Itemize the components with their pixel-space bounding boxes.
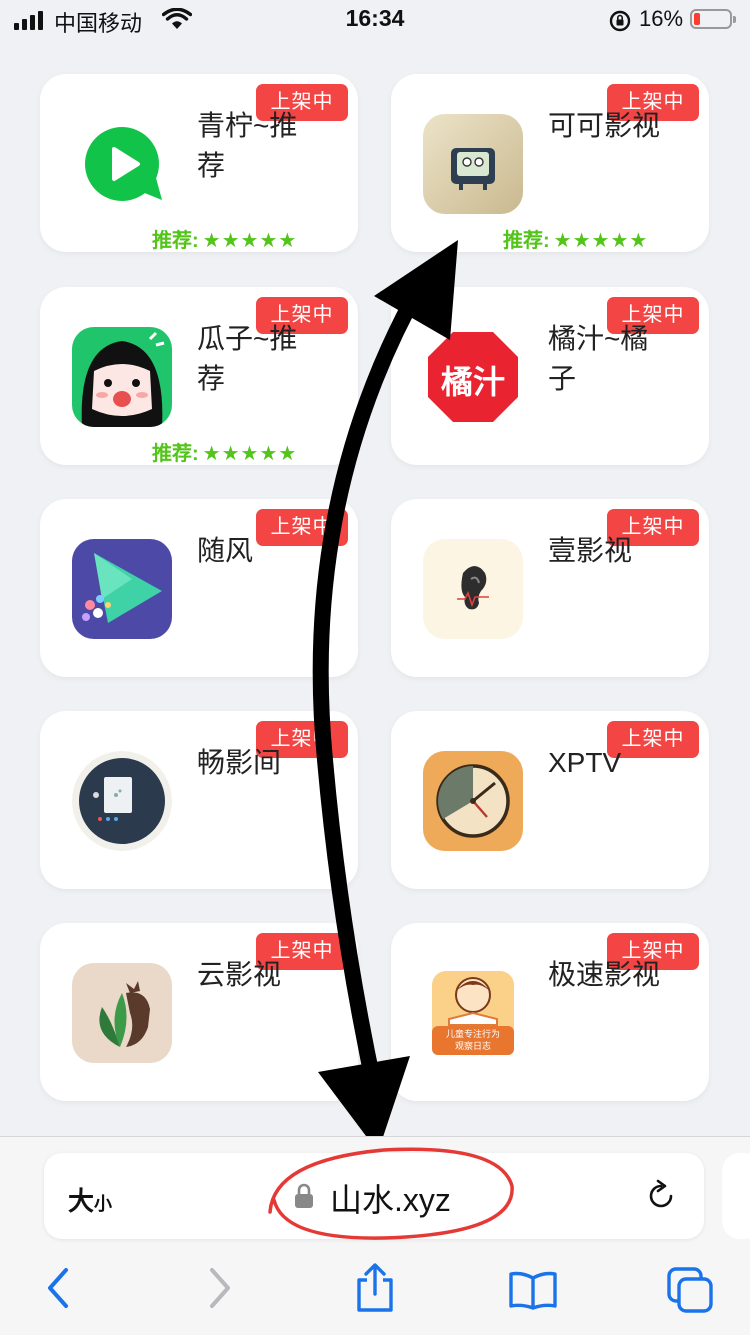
reload-icon[interactable] <box>644 1179 678 1213</box>
app-name: 随风 <box>197 535 254 566</box>
back-icon[interactable] <box>44 1266 72 1310</box>
text-size-big: 大 <box>68 1186 95 1216</box>
leaf-deer-icon <box>72 963 172 1063</box>
rating-stars: ★★★★★ <box>202 230 298 252</box>
green-play-icon <box>72 114 172 214</box>
app-rating: 推荐: ★★★★★ <box>152 224 297 252</box>
app-card[interactable]: 上架中 儿童专注行为 观察日志 极速影视 <box>391 923 709 1101</box>
rating-label: 推荐: <box>152 230 199 252</box>
app-name: 云影视 <box>197 959 282 990</box>
bookmarks-icon[interactable] <box>508 1270 558 1310</box>
app-rating: 推荐: ★★★★★ <box>503 224 648 252</box>
app-card[interactable]: 上架中 壹影视 <box>391 499 709 677</box>
next-tab-peek[interactable] <box>722 1153 750 1239</box>
rotation-lock-icon <box>609 10 631 32</box>
rating-label: 推荐: <box>152 443 199 465</box>
status-bar: 中国移动 16:34 16% <box>0 0 750 40</box>
rating-stars: ★★★★★ <box>202 443 298 465</box>
app-name: 可可影视 <box>548 110 661 141</box>
app-name: 极速影视 <box>548 959 661 990</box>
app-card[interactable]: 上架中 XPTV <box>391 711 709 889</box>
app-card[interactable]: 上架中 瓜子~推荐 推荐: ★★★★★ <box>40 287 358 465</box>
rating-label: 推荐: <box>503 230 550 252</box>
clock-time: 16:34 <box>345 5 405 31</box>
app-card[interactable]: 上架中 畅影间 <box>40 711 358 889</box>
text-size-small: 小 <box>94 1194 113 1214</box>
juzhi-logo-text: 橘汁 <box>440 364 505 400</box>
battery-icon <box>690 9 736 29</box>
app-card[interactable]: 上架中 橘汁 橘汁~橘子 <box>391 287 709 465</box>
gradient-play-icon <box>72 539 172 639</box>
app-name: 青柠~推荐 <box>197 110 298 181</box>
url-highlight-circle-annotation <box>268 1147 514 1240</box>
tabs-icon[interactable] <box>666 1266 714 1314</box>
app-name: 壹影视 <box>548 535 633 566</box>
tv-mascot-icon <box>423 114 523 214</box>
app-card[interactable]: 上架中 随风 <box>40 499 358 677</box>
child-icon-caption-line2: 观察日志 <box>454 1041 491 1051</box>
child-icon-caption-line1: 儿童专注行为 <box>445 1029 500 1039</box>
app-name: 橘汁~橘子 <box>548 323 649 394</box>
app-card[interactable]: 上架中 可可影视 推荐: ★★★★★ <box>391 74 709 252</box>
cartoon-face-icon <box>72 327 172 427</box>
rating-stars: ★★★★★ <box>553 230 649 252</box>
ear-icon <box>423 539 523 639</box>
child-icon-caption: 儿童专注行为 观察日志 <box>423 1028 523 1052</box>
forward-icon[interactable] <box>206 1266 234 1310</box>
text-size-button[interactable]: 大小 <box>68 1181 112 1218</box>
juzhi-logo-icon: 橘汁 <box>423 327 523 427</box>
battery-percent: 16% <box>639 6 684 31</box>
app-name: 瓜子~推荐 <box>197 323 298 394</box>
app-rating: 推荐: ★★★★★ <box>152 437 297 465</box>
app-card[interactable]: 上架中 云影视 <box>40 923 358 1101</box>
share-icon[interactable] <box>354 1262 396 1314</box>
projector-icon <box>72 751 172 851</box>
app-name: 畅影间 <box>197 747 282 778</box>
app-name: XPTV <box>548 747 622 778</box>
clock-icon <box>423 751 523 851</box>
app-card[interactable]: 上架中 青柠~推荐 推荐: ★★★★★ <box>40 74 358 252</box>
child-reading-icon: 儿童专注行为 观察日志 <box>423 963 523 1063</box>
